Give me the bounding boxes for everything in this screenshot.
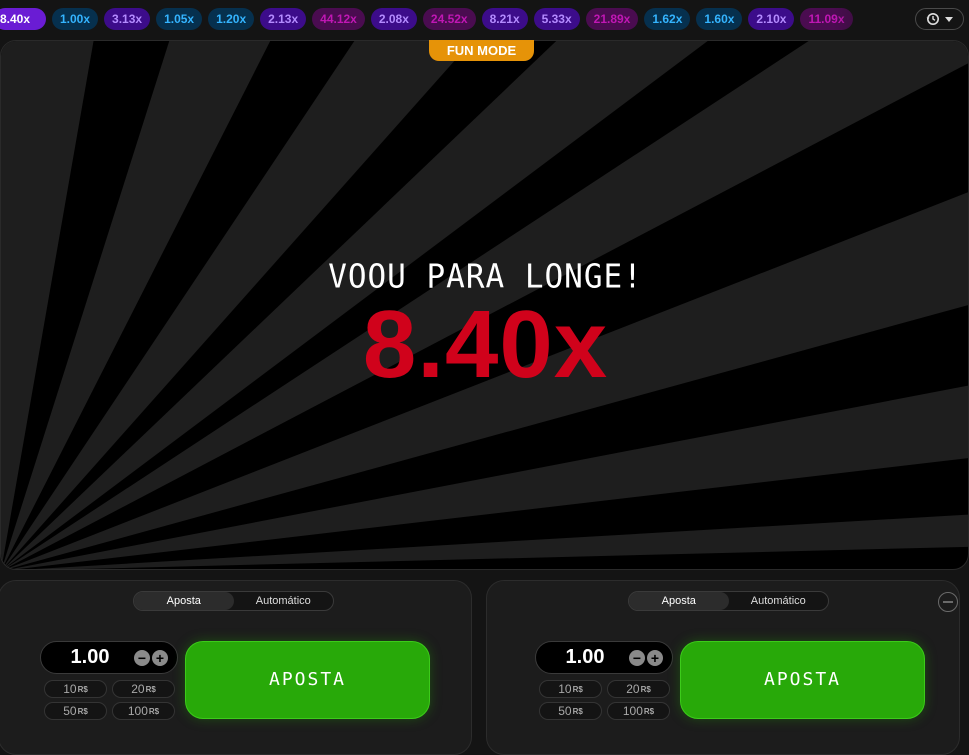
tab-bet[interactable]: Aposta <box>629 592 729 610</box>
fun-mode-badge: FUN MODE <box>429 40 534 61</box>
bet-panel-2: Aposta Automático 1.00 − + 10R$ 20R$ 50R… <box>486 580 960 755</box>
currency-label: R$ <box>145 685 156 694</box>
quick-bet-50[interactable]: 50R$ <box>539 702 602 720</box>
quick-bet-amount: 100 <box>127 704 148 718</box>
history-item: 5.33x <box>533 8 580 30</box>
quick-bet-10[interactable]: 10R$ <box>539 680 602 698</box>
history-item: 24.52x <box>422 8 476 30</box>
quick-bet-100[interactable]: 100R$ <box>112 702 175 720</box>
bet-amount-stepper: 1.00 − + <box>535 641 673 674</box>
history-item-current: 8.40x <box>0 8 46 30</box>
currency-label: R$ <box>643 707 655 716</box>
quick-bet-amount: 100 <box>622 704 643 718</box>
tab-bet[interactable]: Aposta <box>134 592 234 610</box>
plus-icon: + <box>650 650 660 666</box>
minus-icon: − <box>137 650 147 666</box>
quick-bet-amount: 20 <box>131 682 145 696</box>
bet-panel-1: Aposta Automático 1.00 − + 10R$ 20R$ 50R… <box>0 580 472 755</box>
quick-bet-100[interactable]: 100R$ <box>607 702 670 720</box>
quick-bet-20[interactable]: 20R$ <box>607 680 670 698</box>
place-bet-button[interactable]: APOSTA <box>185 641 430 719</box>
quick-bet-20[interactable]: 20R$ <box>112 680 175 698</box>
currency-label: R$ <box>77 707 88 716</box>
minus-icon: − <box>632 650 642 666</box>
history-item: 1.60x <box>696 8 743 30</box>
tab-auto[interactable]: Automático <box>234 592 334 610</box>
decrease-amount-button[interactable]: − <box>134 650 150 666</box>
history-item: 2.13x <box>260 8 307 30</box>
bet-mode-tabs: Aposta Automático <box>133 591 334 611</box>
history-list: 8.40x 1.00x 3.13x 1.05x 1.20x 2.13x 44.1… <box>0 8 853 30</box>
history-fade <box>833 8 923 30</box>
bet-amount-stepper: 1.00 − + <box>40 641 178 674</box>
quick-bet-amount: 50 <box>63 704 77 718</box>
quick-bet-amount: 20 <box>626 682 640 696</box>
currency-label: R$ <box>572 685 583 694</box>
bet-amount-input[interactable]: 1.00 <box>41 642 139 673</box>
history-item: 8.21x <box>481 8 528 30</box>
history-item: 2.10x <box>748 8 795 30</box>
currency-label: R$ <box>572 707 583 716</box>
bet-amount-input[interactable]: 1.00 <box>536 642 634 673</box>
caret-down-icon <box>944 17 953 22</box>
quick-bet-amount: 10 <box>558 682 572 696</box>
history-item: 1.20x <box>208 8 255 30</box>
quick-bet-10[interactable]: 10R$ <box>44 680 107 698</box>
increase-amount-button[interactable]: + <box>152 650 168 666</box>
game-canvas: VOOU PARA LONGE! 8.40x <box>0 40 969 570</box>
increase-amount-button[interactable]: + <box>647 650 663 666</box>
currency-label: R$ <box>640 685 651 694</box>
history-item: 2.08x <box>370 8 417 30</box>
currency-label: R$ <box>148 707 160 716</box>
history-toggle-button[interactable] <box>915 8 964 30</box>
remove-panel-button[interactable] <box>938 592 958 612</box>
decrease-amount-button[interactable]: − <box>629 650 645 666</box>
quick-bet-amount: 50 <box>558 704 572 718</box>
plus-icon: + <box>155 650 165 666</box>
crash-multiplier: 8.40x <box>362 291 609 398</box>
history-item: 1.62x <box>644 8 691 30</box>
currency-label: R$ <box>77 685 88 694</box>
quick-bet-amount: 10 <box>63 682 77 696</box>
history-item: 3.13x <box>104 8 151 30</box>
quick-bet-50[interactable]: 50R$ <box>44 702 107 720</box>
tab-auto[interactable]: Automático <box>729 592 829 610</box>
history-item: 1.05x <box>156 8 203 30</box>
history-item: 1.00x <box>52 8 99 30</box>
history-item: 21.89x <box>585 8 639 30</box>
history-item: 44.12x <box>312 8 365 30</box>
history-clock-icon <box>926 13 939 25</box>
multiplier-history-bar: 8.40x 1.00x 3.13x 1.05x 1.20x 2.13x 44.1… <box>0 0 969 38</box>
bet-mode-tabs: Aposta Automático <box>628 591 829 611</box>
place-bet-button[interactable]: APOSTA <box>680 641 925 719</box>
